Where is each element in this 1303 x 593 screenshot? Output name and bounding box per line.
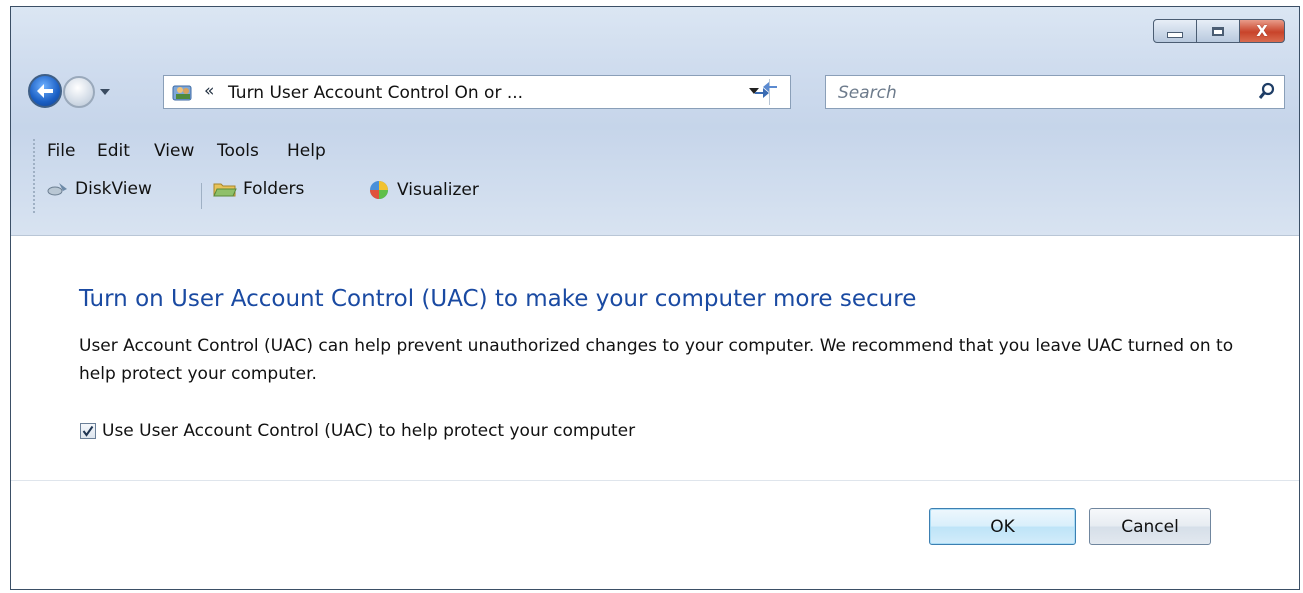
diskview-button[interactable]: DiskView bbox=[47, 179, 152, 199]
visualizer-icon bbox=[370, 181, 388, 199]
refresh-icon bbox=[755, 82, 777, 98]
breadcrumb-overflow[interactable]: « bbox=[204, 81, 214, 101]
menu-bar: File Edit View Tools Help bbox=[11, 141, 1299, 167]
checkmark-icon bbox=[82, 425, 94, 437]
menu-tools[interactable]: Tools bbox=[217, 141, 259, 161]
address-bar[interactable]: « Turn User Account Control On or ... bbox=[163, 75, 791, 109]
uac-checkbox[interactable] bbox=[80, 423, 96, 439]
main-content: Turn on User Account Control (UAC) to ma… bbox=[11, 235, 1299, 589]
visualizer-button[interactable]: Visualizer bbox=[367, 179, 479, 201]
recent-pages-dropdown[interactable] bbox=[99, 86, 111, 99]
control-panel-users-icon bbox=[172, 85, 192, 101]
diskview-label: DiskView bbox=[75, 179, 152, 199]
page-description: User Account Control (UAC) can help prev… bbox=[79, 336, 1234, 384]
back-button[interactable] bbox=[28, 74, 62, 108]
forward-button[interactable] bbox=[63, 76, 95, 108]
cancel-button[interactable]: Cancel bbox=[1089, 508, 1211, 545]
uac-checkbox-row[interactable]: Use User Account Control (UAC) to help p… bbox=[80, 421, 635, 441]
back-arrow-icon bbox=[37, 84, 53, 98]
menu-view[interactable]: View bbox=[154, 141, 194, 161]
search-icon[interactable] bbox=[1258, 82, 1276, 102]
folders-label: Folders bbox=[243, 179, 305, 199]
toolbar-divider bbox=[201, 183, 202, 209]
close-icon: X bbox=[1256, 21, 1268, 40]
menu-file[interactable]: File bbox=[47, 141, 75, 161]
navigation-bar: « Turn User Account Control On or ... Se… bbox=[11, 71, 1299, 111]
minimize-icon bbox=[1167, 32, 1183, 38]
visualizer-label: Visualizer bbox=[397, 180, 479, 200]
minimize-button[interactable] bbox=[1153, 19, 1197, 43]
menu-help[interactable]: Help bbox=[287, 141, 326, 161]
folders-icon bbox=[213, 183, 237, 197]
search-input[interactable]: Search bbox=[838, 83, 897, 103]
maximize-button[interactable] bbox=[1196, 19, 1240, 43]
uac-checkbox-label[interactable]: Use User Account Control (UAC) to help p… bbox=[102, 421, 635, 441]
toolbar: DiskView Folders Visualizer bbox=[11, 179, 1299, 209]
explorer-window: X « Turn User Account Control On or ... bbox=[10, 6, 1300, 590]
maximize-icon bbox=[1212, 26, 1224, 36]
page-title: Turn on User Account Control (UAC) to ma… bbox=[79, 286, 917, 312]
forward-arrow-icon bbox=[65, 78, 93, 106]
refresh-button[interactable] bbox=[751, 78, 781, 102]
diskview-icon bbox=[47, 183, 67, 196]
window-controls: X bbox=[1153, 19, 1285, 43]
menu-edit[interactable]: Edit bbox=[97, 141, 130, 161]
address-text[interactable]: Turn User Account Control On or ... bbox=[228, 83, 523, 103]
ok-button[interactable]: OK bbox=[929, 508, 1076, 545]
close-button[interactable]: X bbox=[1239, 19, 1285, 43]
search-box[interactable]: Search bbox=[825, 75, 1285, 109]
folders-button[interactable]: Folders bbox=[213, 179, 304, 199]
chevron-down-icon bbox=[100, 89, 110, 95]
